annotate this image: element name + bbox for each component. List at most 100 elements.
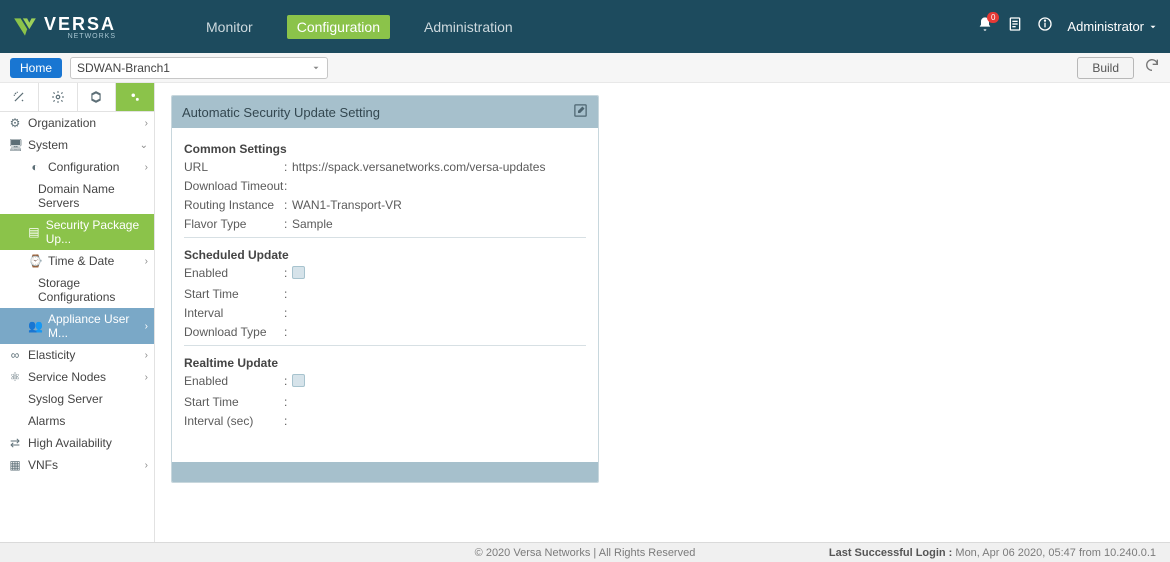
sidebar-tab-2[interactable]: [39, 83, 78, 111]
sched-download-type-label: Download Type: [184, 325, 284, 339]
ha-icon: ⇄: [8, 436, 22, 450]
rt-enabled-checkbox[interactable]: [292, 374, 305, 387]
sidebar-item-storage[interactable]: Storage Configurations: [0, 272, 154, 308]
routing-instance-value: WAN1-Transport-VR: [292, 198, 586, 212]
chevron-right-icon: ›: [145, 321, 148, 332]
footer-login-label: Last Successful Login :: [829, 547, 952, 559]
footer-login-value: Mon, Apr 06 2020, 05:47 from 10.240.0.1: [955, 547, 1156, 559]
sidebar-item-system[interactable]: 🖥 System ⌄: [0, 134, 154, 156]
refresh-icon[interactable]: [1144, 57, 1160, 78]
sched-download-type-value: [292, 325, 586, 339]
panel-header: Automatic Security Update Setting: [172, 96, 598, 128]
chevron-down-icon: [311, 63, 321, 73]
section-realtime-title: Realtime Update: [184, 356, 586, 370]
sidebar-tab-4[interactable]: [116, 83, 154, 111]
sidebar-item-configuration[interactable]: ◐ Configuration ›: [0, 156, 154, 178]
sched-enabled-checkbox[interactable]: [292, 266, 305, 279]
divider: [184, 237, 586, 238]
rt-start-label: Start Time: [184, 395, 284, 409]
users-icon: 👥: [28, 319, 42, 333]
edit-icon: [573, 103, 588, 118]
sched-start-label: Start Time: [184, 287, 284, 301]
security-update-panel: Automatic Security Update Setting Common…: [171, 95, 599, 483]
nav-administration[interactable]: Administration: [414, 15, 523, 39]
sidebar-label: Alarms: [28, 414, 65, 428]
sidebar-item-elasticity[interactable]: ∞ Elasticity ›: [0, 344, 154, 366]
rt-start-value: [292, 395, 586, 409]
chevron-down-icon: ⌄: [140, 140, 148, 151]
gear-icon: [51, 90, 65, 104]
section-common-title: Common Settings: [184, 142, 586, 156]
clock-icon: ⌚: [28, 254, 42, 268]
nav-monitor[interactable]: Monitor: [196, 15, 263, 39]
main-content: Automatic Security Update Setting Common…: [155, 83, 1170, 542]
url-label: URL: [184, 160, 284, 174]
flavor-type-label: Flavor Type: [184, 217, 284, 231]
sidebar-label: Organization: [28, 116, 96, 130]
footer-login-info: Last Successful Login : Mon, Apr 06 2020…: [829, 547, 1156, 559]
user-menu[interactable]: Administrator: [1067, 19, 1158, 34]
sidebar: ⚙ Organization › 🖥 System ⌄ ◐ Configurat…: [0, 83, 155, 542]
panel-footer: [172, 462, 598, 482]
sidebar-label: High Availability: [28, 436, 112, 450]
sidebar-item-organization[interactable]: ⚙ Organization ›: [0, 112, 154, 134]
chevron-right-icon: ›: [145, 460, 148, 471]
sidebar-label: Storage Configurations: [38, 276, 148, 304]
header-actions: 0 Administrator: [977, 16, 1158, 37]
elasticity-icon: ∞: [8, 348, 22, 362]
rt-enabled-label: Enabled: [184, 374, 284, 390]
sidebar-label: Elasticity: [28, 348, 75, 362]
download-timeout-label: Download Timeout: [184, 179, 284, 193]
sidebar-item-vnfs[interactable]: ▦ VNFs ›: [0, 454, 154, 476]
cube-icon: [89, 90, 103, 104]
home-button[interactable]: Home: [10, 58, 62, 78]
sidebar-item-high-availability[interactable]: ⇄ High Availability: [0, 432, 154, 454]
url-value: https://spack.versanetworks.com/versa-up…: [292, 160, 586, 174]
user-name: Administrator: [1067, 19, 1144, 34]
sidebar-label: System: [28, 138, 68, 152]
nav-configuration[interactable]: Configuration: [287, 15, 390, 39]
vnf-icon: ▦: [8, 458, 22, 472]
notifications-icon[interactable]: 0: [977, 16, 993, 37]
gears-icon: [128, 90, 142, 104]
sidebar-tab-3[interactable]: [78, 83, 117, 111]
page-footer: © 2020 Versa Networks | All Rights Reser…: [0, 542, 1170, 562]
body-container: ⚙ Organization › 🖥 System ⌄ ◐ Configurat…: [0, 83, 1170, 542]
sidebar-label: VNFs: [28, 458, 58, 472]
sidebar-item-security-package[interactable]: ▤ Security Package Up...: [0, 214, 154, 250]
download-timeout-value: [292, 179, 586, 193]
config-icon: ◐: [28, 160, 42, 174]
branch-selector[interactable]: SDWAN-Branch1: [70, 57, 328, 79]
wand-icon: [12, 90, 26, 104]
sidebar-item-syslog[interactable]: Syslog Server: [0, 388, 154, 410]
sidebar-tab-strip: [0, 83, 154, 112]
routing-instance-label: Routing Instance: [184, 198, 284, 212]
clipboard-icon[interactable]: [1007, 16, 1023, 37]
sidebar-item-alarms[interactable]: Alarms: [0, 410, 154, 432]
chevron-right-icon: ›: [145, 372, 148, 383]
sidebar-item-service-nodes[interactable]: ⚛ Service Nodes ›: [0, 366, 154, 388]
sidebar-item-time-date[interactable]: ⌚ Time & Date ›: [0, 250, 154, 272]
system-icon: 🖥: [8, 138, 22, 152]
panel-title: Automatic Security Update Setting: [182, 105, 380, 120]
sched-interval-label: Interval: [184, 306, 284, 320]
sched-enabled-label: Enabled: [184, 266, 284, 282]
top-nav: Monitor Configuration Administration: [196, 15, 523, 39]
sidebar-item-appliance-user[interactable]: 👥 Appliance User M... ›: [0, 308, 154, 344]
chevron-right-icon: ›: [145, 118, 148, 129]
sidebar-item-dns[interactable]: Domain Name Servers: [0, 178, 154, 214]
branch-selected: SDWAN-Branch1: [77, 61, 170, 75]
sidebar-tab-1[interactable]: [0, 83, 39, 111]
footer-copyright: © 2020 Versa Networks | All Rights Reser…: [475, 547, 696, 559]
edit-button[interactable]: [573, 103, 588, 121]
brand-logo: VERSA NETWORKS: [12, 14, 116, 40]
nodes-icon: ⚛: [8, 370, 22, 384]
sidebar-label: Service Nodes: [28, 370, 106, 384]
chevron-right-icon: ›: [145, 350, 148, 361]
flavor-type-value: Sample: [292, 217, 586, 231]
rt-interval-value: [292, 414, 586, 428]
info-icon[interactable]: [1037, 16, 1053, 37]
sidebar-label: Configuration: [48, 160, 119, 174]
chevron-right-icon: ›: [145, 256, 148, 267]
build-button[interactable]: Build: [1077, 57, 1134, 79]
